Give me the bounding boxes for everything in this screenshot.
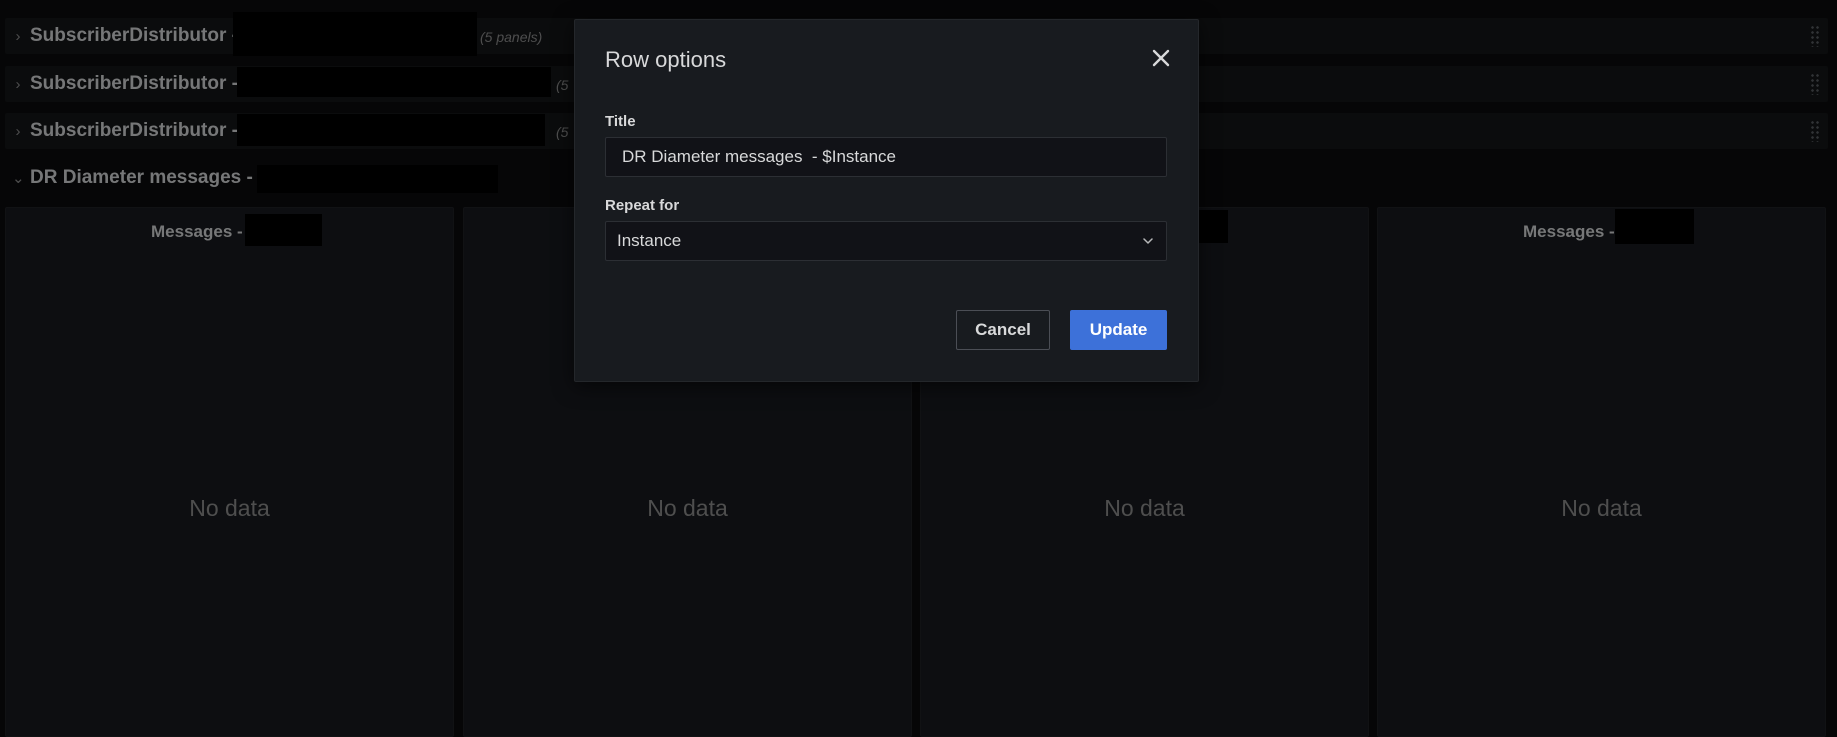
modal-title: Row options — [605, 47, 727, 72]
update-button[interactable]: Update — [1070, 310, 1167, 350]
repeat-for-select[interactable]: Instance — [605, 221, 1167, 261]
repeat-for-label: Repeat for — [605, 197, 680, 214]
title-input[interactable] — [605, 137, 1167, 177]
close-icon[interactable] — [1145, 42, 1177, 74]
repeat-for-value: Instance — [617, 231, 682, 250]
row-options-modal: Row options Title Repeat for Instance Ca… — [574, 19, 1199, 382]
title-label: Title — [605, 113, 636, 130]
chevron-down-icon — [1142, 232, 1154, 250]
cancel-button[interactable]: Cancel — [956, 310, 1050, 350]
